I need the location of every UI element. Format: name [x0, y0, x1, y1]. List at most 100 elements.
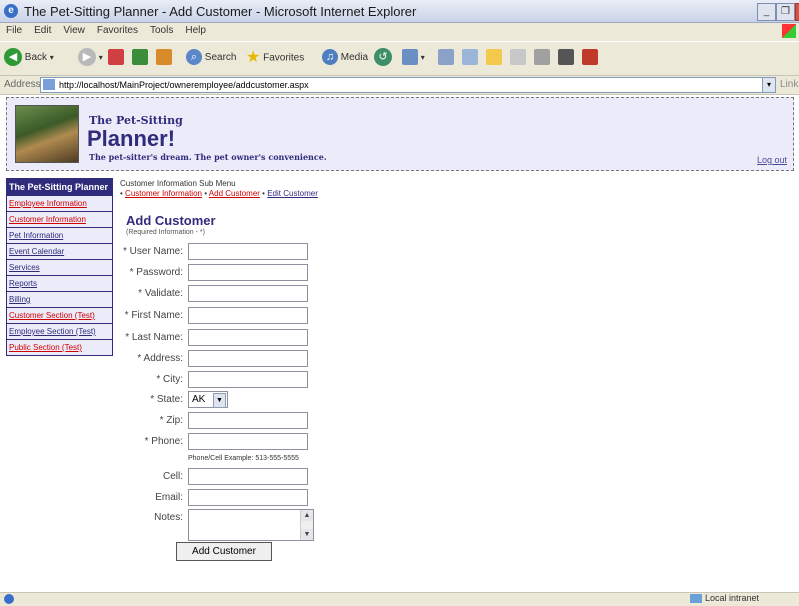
submenu-link-customer-information[interactable]: Customer Information [125, 189, 202, 198]
submenu-links: • Customer Information • Add Customer • … [120, 189, 318, 198]
menu-edit[interactable]: Edit [28, 23, 57, 36]
user-name-input[interactable] [188, 243, 308, 260]
research-button[interactable] [558, 48, 574, 68]
menu-view[interactable]: View [57, 23, 91, 36]
sidebar-item-customer-information[interactable]: Customer Information [6, 212, 113, 228]
media-label: Media [340, 52, 369, 63]
print-button[interactable] [438, 48, 454, 68]
form-title: Add Customer [126, 213, 216, 228]
site-title-big: Planner! [87, 126, 176, 151]
status-bar: Local intranet [0, 592, 799, 606]
home-button[interactable] [156, 48, 172, 68]
validate-input[interactable] [188, 285, 308, 302]
address-input[interactable]: http://localhost/MainProject/owneremploy… [40, 77, 764, 93]
state-select[interactable]: AK ▼ [188, 391, 228, 408]
stop-button[interactable] [108, 48, 124, 68]
address-dropdown-button[interactable]: ▾ [762, 77, 776, 93]
refresh-button[interactable] [132, 48, 148, 68]
validate-label: * Validate: [138, 288, 183, 299]
scroll-up-icon[interactable]: ▲ [301, 510, 313, 521]
last-name-input[interactable] [188, 329, 308, 346]
menu-file[interactable]: File [0, 23, 28, 36]
cell-input[interactable] [188, 468, 308, 485]
submenu-bullet: • [120, 189, 123, 198]
logout-link[interactable]: Log out [757, 155, 787, 165]
add-customer-button[interactable]: Add Customer [176, 542, 272, 561]
zip-input[interactable] [188, 412, 308, 429]
mail-icon [402, 49, 418, 66]
form-row-address: * Address: [100, 350, 320, 370]
links-label[interactable]: Links [780, 79, 799, 90]
sidebar-item-public-section-test[interactable]: Public Section (Test) [6, 340, 113, 356]
cell-label: Cell: [162, 471, 183, 482]
submenu-link-add-customer[interactable]: Add Customer [209, 189, 260, 198]
mail-button[interactable]: ▾ [402, 48, 425, 68]
tool-button[interactable] [582, 48, 598, 68]
user-name-label: * User Name: [122, 246, 183, 257]
menu-favorites[interactable]: Favorites [91, 23, 144, 36]
favorites-label: Favorites [263, 52, 305, 64]
city-label: * City: [156, 374, 183, 385]
address-input-field[interactable] [188, 350, 308, 367]
sidebar-heading: The Pet-Sitting Planner [6, 178, 113, 196]
messenger-icon [510, 49, 526, 66]
close-button[interactable]: × [795, 3, 799, 21]
sidebar-item-services[interactable]: Services [6, 260, 113, 276]
back-arrow-icon: ◀ [4, 48, 22, 67]
email-input[interactable] [188, 489, 308, 506]
dog-logo-image [15, 105, 79, 163]
scroll-down-icon[interactable]: ▼ [301, 529, 313, 540]
favorites-button[interactable]: ★ Favorites [246, 48, 304, 68]
messenger-button[interactable] [510, 48, 526, 68]
first-name-input[interactable] [188, 307, 308, 324]
address-bar: Address http://localhost/MainProject/own… [0, 76, 799, 95]
sidebar-item-billing[interactable]: Billing [6, 292, 113, 308]
notes-scrollbar[interactable]: ▲ ▼ [300, 510, 313, 540]
form-row-first-name: * First Name: [100, 307, 320, 327]
sidebar-item-employee-section-test[interactable]: Employee Section (Test) [6, 324, 113, 340]
address-url: http://localhost/MainProject/owneremploy… [59, 80, 309, 90]
favorites-star-icon: ★ [246, 49, 261, 66]
sidebar-item-event-calendar[interactable]: Event Calendar [6, 244, 113, 260]
form-row-city: * City: [100, 371, 320, 391]
refresh-icon [132, 49, 148, 66]
maximize-button[interactable]: ❐ [776, 3, 795, 21]
forward-button[interactable]: ▶ ▾ [78, 48, 103, 68]
sidebar-item-reports[interactable]: Reports [6, 276, 113, 292]
phone-input[interactable] [188, 433, 308, 450]
page-status-icon [4, 594, 14, 604]
city-input[interactable] [188, 371, 308, 388]
page-viewport: The Pet-Sitting Planner! The pet-sitter'… [0, 95, 799, 592]
windows-logo-icon [782, 24, 796, 38]
media-button[interactable]: ♫ Media [322, 48, 368, 68]
discuss-button[interactable] [534, 48, 550, 68]
submenu-bullet: • [204, 189, 208, 198]
menu-help[interactable]: Help [179, 23, 212, 36]
password-input[interactable] [188, 264, 308, 281]
security-zone: Local intranet [690, 593, 760, 604]
research-icon [558, 49, 574, 66]
edit-button[interactable] [462, 48, 478, 68]
edit-icon [462, 49, 478, 66]
folder-button[interactable] [486, 48, 502, 68]
home-icon [156, 49, 172, 66]
search-icon: ⌕ [186, 49, 202, 66]
sidebar-item-pet-information[interactable]: Pet Information [6, 228, 113, 244]
history-button[interactable]: ↺ [374, 48, 392, 68]
back-button[interactable]: ◀ Back ▾ [4, 48, 54, 68]
back-label: Back [24, 52, 48, 63]
print-icon [438, 49, 454, 66]
search-button[interactable]: ⌕ Search [186, 48, 236, 68]
zone-label: Local intranet [705, 593, 760, 603]
notes-textarea[interactable]: ▲ ▼ [188, 509, 314, 541]
password-label: * Password: [129, 267, 183, 278]
submenu-link-edit-customer[interactable]: Edit Customer [267, 189, 318, 198]
menu-tools[interactable]: Tools [144, 23, 179, 36]
sidebar-item-employee-information[interactable]: Employee Information [6, 196, 113, 212]
form-row-phone: * Phone: [100, 433, 320, 453]
search-label: Search [204, 52, 237, 63]
required-note: (Required Information - *) [126, 229, 205, 236]
minimize-button[interactable]: _ [757, 3, 776, 21]
form-row-state: * State: AK ▼ [100, 391, 320, 411]
sidebar-item-customer-section-test[interactable]: Customer Section (Test) [6, 308, 113, 324]
